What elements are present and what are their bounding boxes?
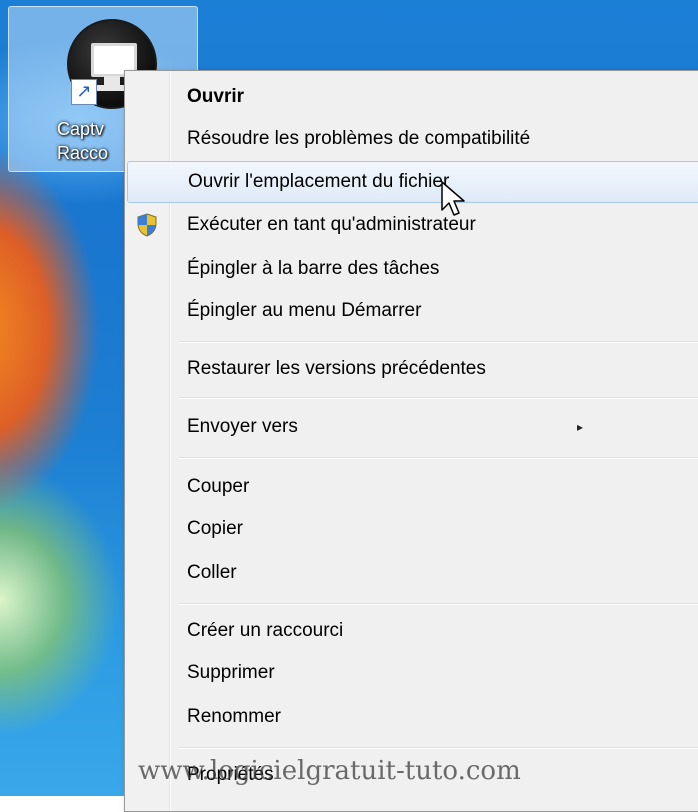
menu-item-run-as-admin[interactable]: Exécuter en tant qu'administrateur [127, 205, 698, 245]
submenu-arrow-icon: ▸ [576, 420, 583, 434]
menu-item-open-file-location[interactable]: Ouvrir l'emplacement du fichier [127, 161, 698, 203]
menu-item-pin-taskbar[interactable]: Épingler à la barre des tâches [127, 249, 698, 289]
menu-item-label: Couper [187, 476, 250, 497]
watermark-text: www.logicielgratuit-tuto.com [138, 756, 521, 786]
menu-separator [179, 603, 698, 605]
menu-item-label: Ouvrir [187, 86, 245, 107]
menu-separator [179, 747, 698, 749]
menu-item-paste[interactable]: Coller [127, 553, 698, 593]
menu-item-label: Supprimer [187, 662, 275, 683]
menu-item-label: Exécuter en tant qu'administrateur [187, 214, 476, 235]
menu-item-label: Créer un raccourci [187, 620, 344, 641]
menu-item-label: Résoudre les problèmes de compatibilité [187, 128, 531, 149]
menu-item-label: Épingler au menu Démarrer [187, 300, 422, 321]
menu-item-label: Envoyer vers [187, 416, 298, 437]
menu-item-label: Copier [187, 518, 243, 539]
menu-item-copy[interactable]: Copier [127, 509, 698, 549]
context-menu: Ouvrir Résoudre les problèmes de compati… [124, 70, 698, 812]
menu-item-label: Ouvrir l'emplacement du fichier [188, 171, 450, 192]
mouse-pointer-icon [441, 181, 465, 216]
uac-shield-icon [137, 213, 157, 237]
menu-item-label: Coller [187, 562, 237, 583]
menu-item-delete[interactable]: Supprimer [127, 653, 698, 693]
shortcut-arrow-icon: ↗ [71, 79, 97, 105]
menu-item-rename[interactable]: Renommer [127, 697, 698, 737]
menu-item-troubleshoot-compatibility[interactable]: Résoudre les problèmes de compatibilité [127, 119, 698, 159]
menu-item-cut[interactable]: Couper [127, 467, 698, 507]
menu-item-label: Épingler à la barre des tâches [187, 258, 440, 279]
menu-separator [179, 341, 698, 343]
menu-item-open[interactable]: Ouvrir [127, 77, 698, 117]
menu-separator [179, 457, 698, 459]
menu-item-label: Restaurer les versions précédentes [187, 358, 486, 379]
menu-item-label: Renommer [187, 706, 281, 727]
menu-separator [179, 397, 698, 399]
menu-item-create-shortcut[interactable]: Créer un raccourci [127, 611, 698, 651]
menu-item-pin-start-menu[interactable]: Épingler au menu Démarrer [127, 291, 698, 331]
menu-item-send-to[interactable]: Envoyer vers ▸ [127, 407, 698, 447]
menu-item-restore-previous-versions[interactable]: Restaurer les versions précédentes [127, 349, 698, 389]
